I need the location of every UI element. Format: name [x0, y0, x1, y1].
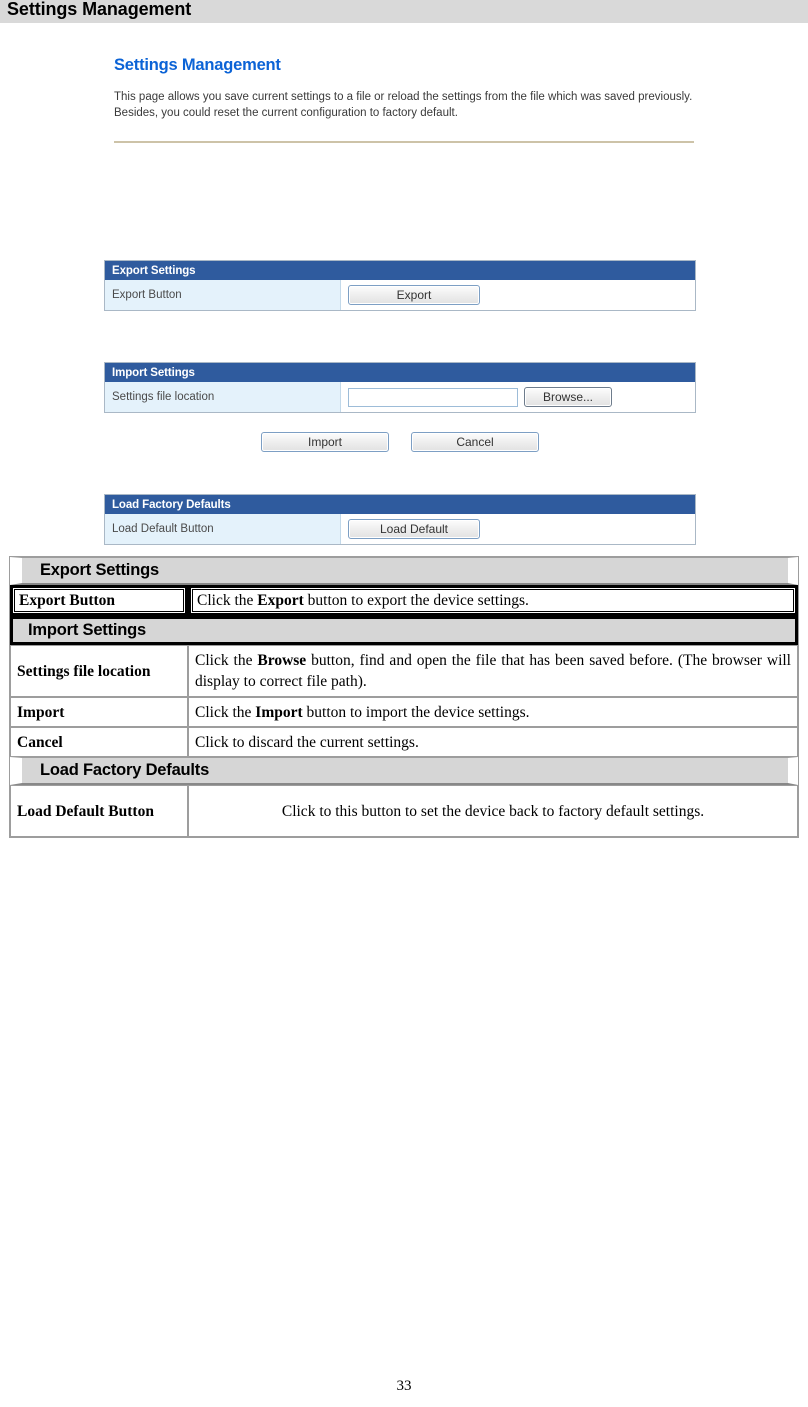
table-section-row: Export Settings	[10, 557, 798, 585]
page-running-head: Settings Management	[0, 0, 808, 23]
export-button-row: Export Button Export	[105, 280, 695, 310]
row-value-cancel: Click to discard the current settings.	[188, 727, 798, 757]
import-settings-header: Import Settings	[105, 363, 695, 382]
load-default-button-label: Load Default Button	[105, 514, 341, 544]
section-title-load-defaults: Load Factory Defaults	[10, 757, 798, 785]
load-default-button[interactable]: Load Default	[348, 519, 480, 539]
settings-file-location-label: Settings file location	[105, 382, 341, 412]
table-row: Load Default Button Click to this button…	[10, 785, 798, 837]
load-default-button-row: Load Default Button Load Default	[105, 514, 695, 544]
export-button[interactable]: Export	[348, 285, 480, 305]
settings-file-input[interactable]	[348, 387, 518, 407]
ui-divider	[114, 141, 694, 143]
import-actions-row: Import Cancel	[104, 424, 696, 459]
row-value-settings-file-location: Click the Browse button, find and open t…	[188, 645, 798, 697]
load-factory-defaults-panel: Load Factory Defaults Load Default Butto…	[104, 494, 696, 545]
device-web-ui-figure: Settings Management This page allows you…	[104, 56, 696, 143]
value-bold: Import	[255, 703, 303, 721]
table-row: Cancel Click to discard the current sett…	[10, 727, 798, 757]
export-settings-panel: Export Settings Export Button Export	[104, 260, 696, 311]
table-section-row: Load Factory Defaults	[10, 757, 798, 785]
value-bold: Export	[257, 592, 304, 609]
ui-page-title: Settings Management	[114, 56, 281, 74]
load-default-button-cell: Load Default	[341, 514, 695, 544]
export-button-row-label: Export Button	[105, 280, 341, 310]
export-button-cell: Export	[341, 280, 695, 310]
row-key-export-button: Export Button	[10, 585, 188, 616]
row-value-load-default-button: Click to this button to set the device b…	[188, 785, 798, 837]
cancel-button[interactable]: Cancel	[411, 432, 539, 452]
settings-description-table: Export Settings Export Button Click the …	[9, 556, 799, 838]
value-post: button to import the device settings.	[302, 703, 530, 721]
row-key-import: Import	[10, 697, 188, 727]
value-pre: Click the	[197, 592, 258, 609]
import-button[interactable]: Import	[261, 432, 389, 452]
load-factory-defaults-header: Load Factory Defaults	[105, 495, 695, 514]
table-section-row: Import Settings	[10, 616, 798, 645]
browse-button[interactable]: Browse...	[524, 387, 612, 407]
import-actions: Import Cancel	[104, 424, 696, 459]
value-bold: Browse	[257, 652, 307, 669]
row-value-export-button: Click the Export button to export the de…	[188, 585, 798, 616]
row-key-load-default-button: Load Default Button	[10, 785, 188, 837]
settings-file-location-row: Settings file location Browse...	[105, 382, 695, 412]
table-row: Settings file location Click the Browse …	[10, 645, 798, 697]
settings-file-location-cell: Browse...	[341, 382, 695, 412]
row-value-import: Click the Import button to import the de…	[188, 697, 798, 727]
row-key-settings-file-location: Settings file location	[10, 645, 188, 697]
running-head-title: Settings Management	[7, 0, 192, 19]
value-pre: Click to this button to set the device b…	[281, 802, 705, 820]
value-pre: Click to discard the current settings.	[195, 733, 419, 751]
export-settings-header: Export Settings	[105, 261, 695, 280]
section-title-import: Import Settings	[10, 616, 798, 645]
value-pre: Click the	[195, 703, 256, 721]
table-row: Import Click the Import button to import…	[10, 697, 798, 727]
row-key-cancel: Cancel	[10, 727, 188, 757]
value-post: button to export the device settings.	[303, 592, 529, 609]
import-settings-panel: Import Settings Settings file location B…	[104, 362, 696, 413]
value-pre: Click the	[195, 652, 258, 669]
page-number: 33	[396, 1378, 412, 1394]
ui-page-description: This page allows you save current settin…	[114, 91, 693, 119]
section-title-export: Export Settings	[10, 557, 798, 585]
table-row: Export Button Click the Export button to…	[10, 585, 798, 616]
